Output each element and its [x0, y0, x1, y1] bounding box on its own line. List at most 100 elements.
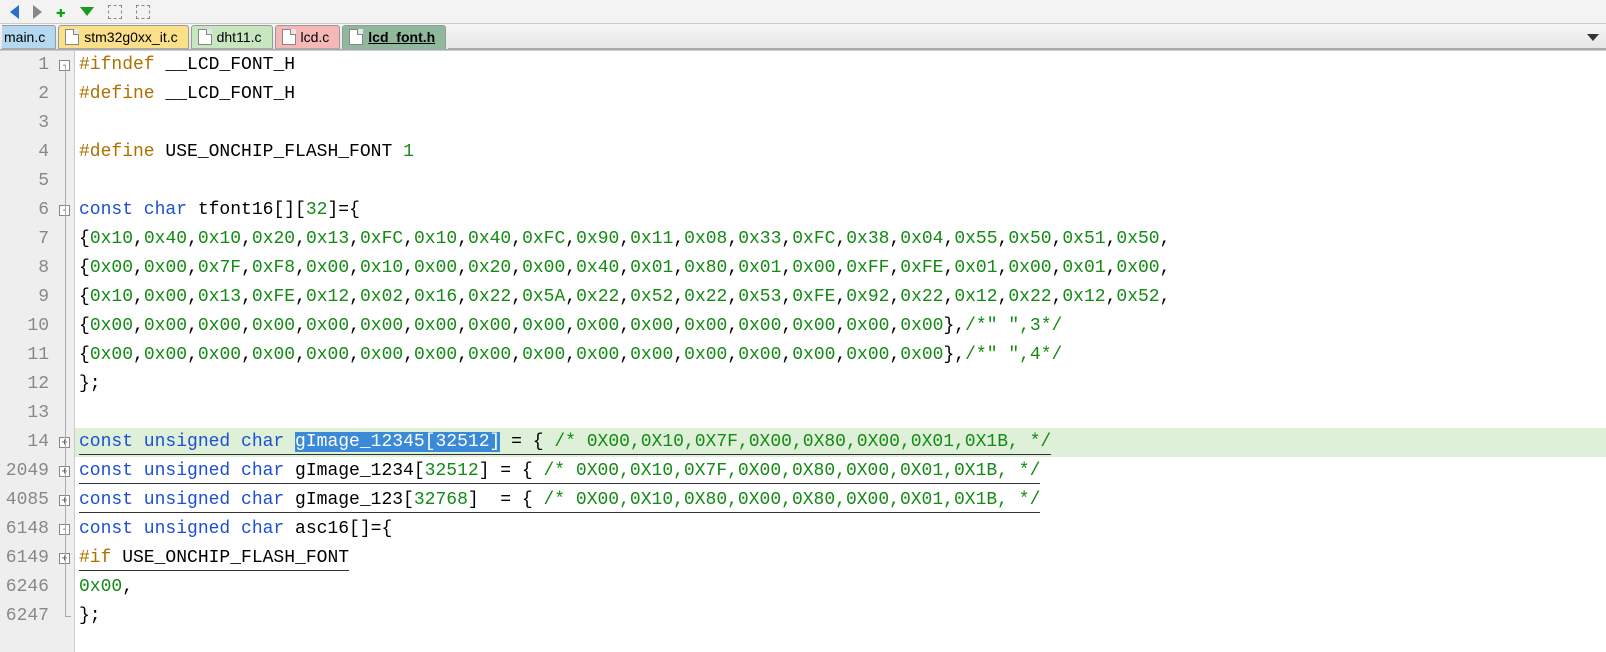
code-token: ,: [187, 287, 198, 307]
code-token: ,: [1106, 258, 1117, 278]
code-line[interactable]: const unsigned char gImage_1234[32512] =…: [75, 457, 1606, 486]
code-line[interactable]: const unsigned char gImage_123[32768] = …: [75, 486, 1606, 515]
code-token: ,: [511, 258, 522, 278]
code-area[interactable]: #ifndef __LCD_FONT_H#define __LCD_FONT_H…: [75, 51, 1606, 652]
fold-cell: [55, 138, 74, 167]
nav-back-icon[interactable]: [10, 5, 19, 19]
code-token: 0x33: [738, 229, 781, 249]
code-token: 0x52: [630, 287, 673, 307]
code-token: ,: [349, 316, 360, 336]
fold-cell: [55, 312, 74, 341]
code-token: ,: [403, 287, 414, 307]
code-line[interactable]: const char tfont16[][32]={: [75, 196, 1606, 225]
code-token: 0x00: [1008, 258, 1051, 278]
code-line[interactable]: #define USE_ONCHIP_FLASH_FONT 1: [75, 138, 1606, 167]
tab-dht11-c[interactable]: dht11.c: [191, 25, 273, 49]
code-token: const char: [79, 200, 187, 220]
code-token: 0x10: [90, 229, 133, 249]
code-line[interactable]: [75, 167, 1606, 196]
fold-cell: [55, 602, 74, 631]
code-token: 0x22: [900, 287, 943, 307]
tab-main-c[interactable]: main.c: [2, 25, 56, 49]
code-token: 0x00: [414, 258, 457, 278]
code-token: 0x00: [144, 316, 187, 336]
code-token: ,: [295, 287, 306, 307]
code-token: 0x10: [414, 229, 457, 249]
code-token: 0x00: [522, 258, 565, 278]
code-token: ,: [403, 345, 414, 365]
code-line[interactable]: #ifndef __LCD_FONT_H: [75, 51, 1606, 80]
code-token: 0x12: [306, 287, 349, 307]
fold-cell: [55, 80, 74, 109]
code-token: ,: [889, 287, 900, 307]
code-token: 0x00: [846, 316, 889, 336]
code-token: 0x00: [684, 345, 727, 365]
code-token: 0x00: [738, 345, 781, 365]
code-line[interactable]: #define __LCD_FONT_H: [75, 80, 1606, 109]
code-token: 0x00: [90, 316, 133, 336]
code-token: ,: [835, 345, 846, 365]
nav-forward-icon[interactable]: [33, 5, 42, 19]
code-token: 0x02: [360, 287, 403, 307]
code-token: ,: [403, 316, 414, 336]
code-token: 0x52: [1116, 287, 1159, 307]
code-token: ,: [727, 287, 738, 307]
fold-cell: -: [55, 196, 74, 225]
tab-overflow-button[interactable]: [1584, 28, 1602, 46]
code-line[interactable]: };: [75, 602, 1606, 631]
code-token: ,: [835, 316, 846, 336]
tab-lcd-font-h[interactable]: lcd_font.h: [342, 25, 446, 49]
code-token: 0x00: [738, 316, 781, 336]
code-token: 0x7F: [198, 258, 241, 278]
code-line[interactable]: {0x00,0x00,0x00,0x00,0x00,0x00,0x00,0x00…: [75, 312, 1606, 341]
code-token: 0x10: [198, 229, 241, 249]
line-number: 6246: [0, 573, 49, 602]
fold-cell: [55, 225, 74, 254]
code-token: #if: [79, 548, 111, 568]
tab-lcd-c[interactable]: lcd.c: [275, 25, 341, 49]
line-number: 3: [0, 109, 49, 138]
code-line[interactable]: [75, 109, 1606, 138]
code-line[interactable]: };: [75, 370, 1606, 399]
code-editor[interactable]: 1234567891011121314204940856148614962466…: [0, 50, 1606, 652]
code-line[interactable]: #if USE_ONCHIP_FLASH_FONT: [75, 544, 1606, 573]
code-line[interactable]: {0x10,0x00,0x13,0xFE,0x12,0x02,0x16,0x22…: [75, 283, 1606, 312]
code-token: 0x80: [684, 258, 727, 278]
code-token: 0x11: [630, 229, 673, 249]
code-token: 0x90: [576, 229, 619, 249]
code-token: 0x55: [954, 229, 997, 249]
line-number: 10: [0, 312, 49, 341]
code-token: 0x00: [252, 316, 295, 336]
tab-label: lcd_font.h: [368, 29, 435, 45]
line-number: 9: [0, 283, 49, 312]
code-token: ,: [403, 258, 414, 278]
fold-cell: [55, 370, 74, 399]
code-token: ,: [673, 345, 684, 365]
code-token: {: [79, 316, 90, 336]
code-line[interactable]: const unsigned char asc16[]={: [75, 515, 1606, 544]
code-line[interactable]: [75, 399, 1606, 428]
code-line[interactable]: {0x00,0x00,0x7F,0xF8,0x00,0x10,0x00,0x20…: [75, 254, 1606, 283]
file-icon: [65, 29, 79, 45]
code-token: 0x00: [792, 316, 835, 336]
code-token: 0x00: [90, 345, 133, 365]
code-token: ,: [944, 287, 955, 307]
dropdown-icon[interactable]: [80, 7, 94, 16]
code-line[interactable]: {0x10,0x40,0x10,0x20,0x13,0xFC,0x10,0x40…: [75, 225, 1606, 254]
code-line[interactable]: const unsigned char gImage_12345[32512] …: [75, 428, 1606, 457]
code-token: #define: [79, 84, 155, 104]
fold-cell: [55, 109, 74, 138]
code-token: ,: [727, 345, 738, 365]
code-line[interactable]: {0x00,0x00,0x00,0x00,0x00,0x00,0x00,0x00…: [75, 341, 1606, 370]
code-line[interactable]: 0x00,: [75, 573, 1606, 602]
code-token: 0xFC: [522, 229, 565, 249]
fold-cell: +: [55, 486, 74, 515]
code-token: /* 0X00,0X10,0X80,0X00,0X80,0X00,0X01,0X…: [544, 490, 1041, 510]
tab-stm32g0xx-it-c[interactable]: stm32g0xx_it.c: [58, 25, 188, 49]
code-token: ,: [835, 229, 846, 249]
code-token: ,: [1052, 258, 1063, 278]
code-token: {: [79, 258, 90, 278]
code-token: ,: [1160, 229, 1171, 249]
code-token: 0x00: [468, 345, 511, 365]
add-icon[interactable]: ✚: [56, 2, 66, 22]
